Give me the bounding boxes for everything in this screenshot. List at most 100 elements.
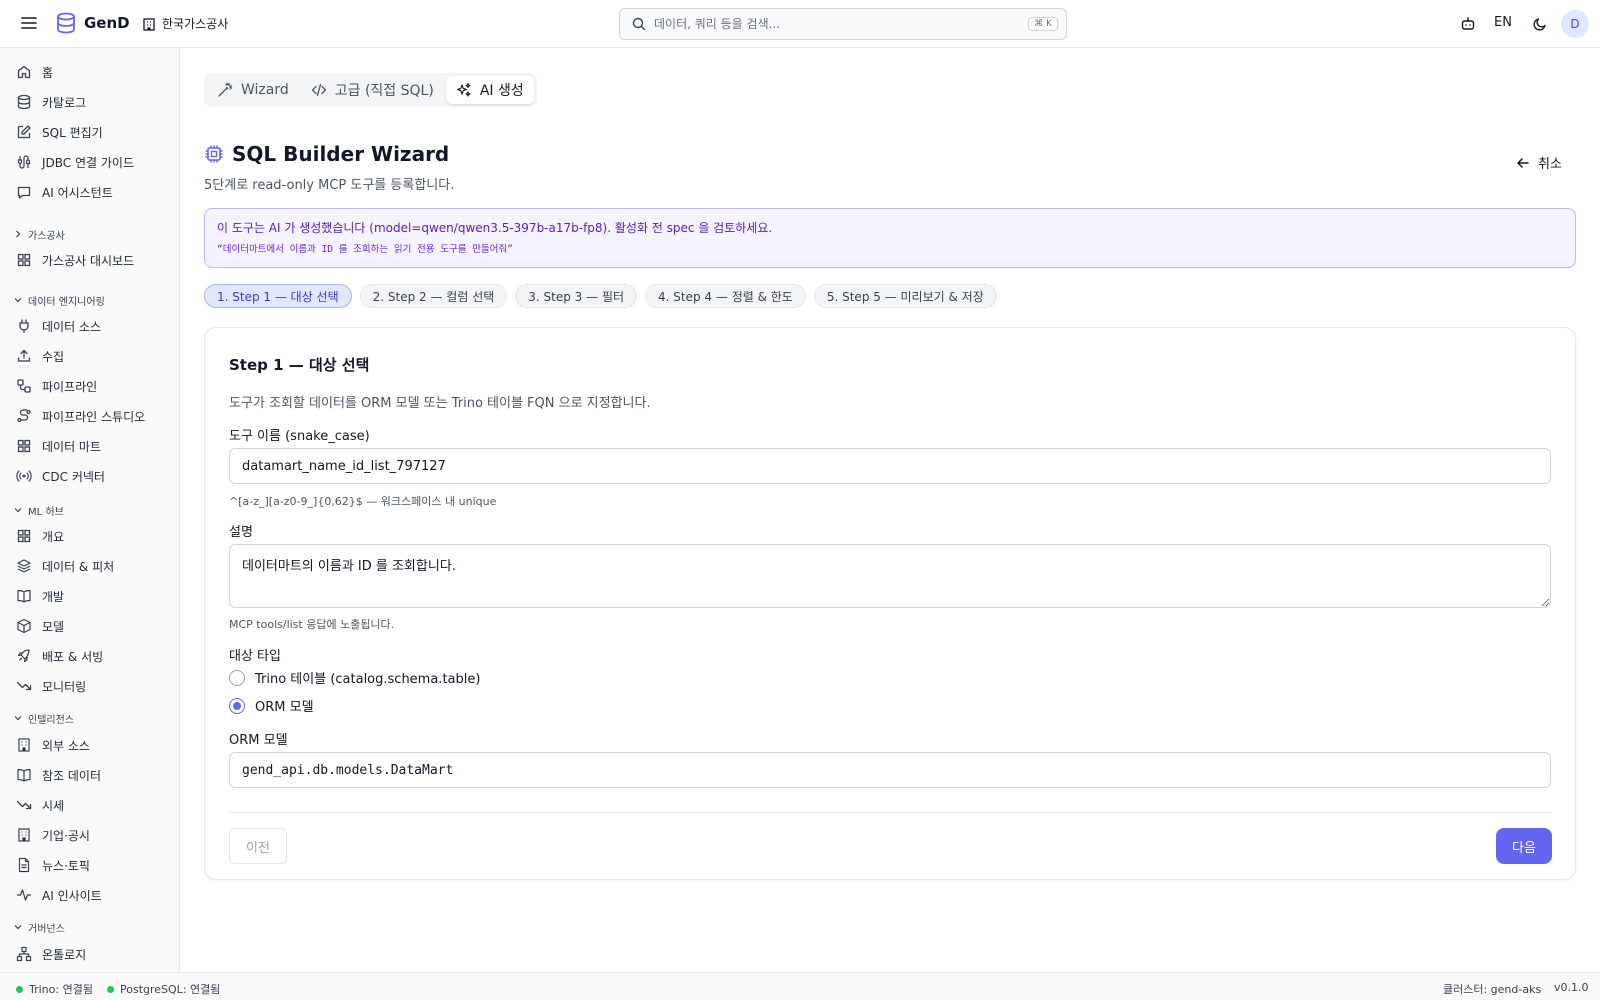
status-dot xyxy=(16,985,23,993)
dark-mode-icon[interactable] xyxy=(1530,14,1550,34)
sidebar-item-ai-insight[interactable]: AI 인사이트 xyxy=(12,882,172,908)
home-icon xyxy=(17,65,31,79)
sidebar-item-label: 개발 xyxy=(42,589,65,604)
step-1-tab[interactable]: 1. Step 1 — 대상 선택 xyxy=(204,284,352,308)
org-switcher[interactable]: 한국가스공사 xyxy=(142,15,228,32)
sidebar-item-external-source[interactable]: 외부 소스 xyxy=(12,732,172,758)
sidebar-item-ml-overview[interactable]: 개요 xyxy=(12,523,172,549)
global-search[interactable]: ⌘ K xyxy=(619,8,1067,40)
upload-icon xyxy=(17,349,31,362)
sidebar-item-sql-editor[interactable]: SQL 편집기 xyxy=(12,119,172,145)
postgres-status-text: PostgreSQL: 연결됨 xyxy=(120,983,221,996)
section-data-engineering[interactable]: 데이터 엔지니어링 xyxy=(14,292,105,308)
tab-ai-generate[interactable]: AI 생성 xyxy=(445,76,534,104)
sidebar-item-label: 시세 xyxy=(42,798,65,813)
sidebar-item-data-source[interactable]: 데이터 소스 xyxy=(12,313,172,339)
edit-icon xyxy=(17,125,31,139)
step-2-tab[interactable]: 2. Step 2 — 컬럼 선택 xyxy=(359,284,508,308)
sidebar-item-label: 데이터 소스 xyxy=(42,319,102,334)
sidebar-item-gas-dashboard[interactable]: 가스공사 대시보드 xyxy=(12,247,172,273)
sidebar-item-label: 온톨로지 xyxy=(42,947,87,962)
version-label: v0.1.0 xyxy=(1554,981,1589,994)
radio-label: Trino 테이블 (catalog.schema.table) xyxy=(255,672,481,687)
radio-indicator[interactable] xyxy=(229,669,245,686)
sidebar-item-company-disclosure[interactable]: 기업·공시 xyxy=(12,822,172,848)
radio-indicator[interactable] xyxy=(229,697,245,714)
sidebar-item-model[interactable]: 모델 xyxy=(12,613,172,639)
sidebar-item-label: 배포 & 서빙 xyxy=(42,649,104,664)
brand-logo[interactable]: GenD xyxy=(56,12,130,34)
sidebar-item-label: 데이터 & 피처 xyxy=(42,559,115,574)
org-name: 한국가스공사 xyxy=(162,17,229,31)
radio-orm-model[interactable]: ORM 모델 xyxy=(229,696,314,715)
section-governance[interactable]: 거버넌스 xyxy=(14,919,65,935)
user-avatar[interactable]: D xyxy=(1561,10,1589,38)
box-icon xyxy=(17,618,31,634)
step-4-tab[interactable]: 4. Step 4 — 정렬 & 한도 xyxy=(645,284,806,308)
search-input[interactable] xyxy=(654,17,1021,31)
language-toggle[interactable]: EN xyxy=(1494,15,1512,30)
tab-label: AI 생성 xyxy=(479,83,524,99)
sidebar-item-ontology[interactable]: 온톨로지 xyxy=(12,941,172,967)
sidebar-item-home[interactable]: 홈 xyxy=(12,59,172,85)
section-gas-corp[interactable]: 가스공사 xyxy=(14,226,65,242)
building-icon xyxy=(18,828,30,842)
radio-label: ORM 모델 xyxy=(255,700,314,715)
step-5-tab[interactable]: 5. Step 5 — 미리보기 & 저장 xyxy=(813,284,997,308)
chevron-down-icon xyxy=(14,298,22,303)
grid-icon xyxy=(17,529,31,543)
sidebar-item-news-topic[interactable]: 뉴스·토픽 xyxy=(12,852,172,878)
sidebar-item-reference-data[interactable]: 참조 데이터 xyxy=(12,762,172,788)
sidebar-item-cdc-connector[interactable]: CDC 커넥터 xyxy=(12,463,172,489)
sidebar-item-label: 수집 xyxy=(42,349,65,364)
sidebar-item-data-features[interactable]: 데이터 & 피처 xyxy=(12,553,172,579)
sidebar-item-jdbc-guide[interactable]: JDBC 연결 가이드 xyxy=(12,149,172,175)
tab-advanced-sql[interactable]: 고급 (직접 SQL) xyxy=(301,76,444,104)
step-3-tab[interactable]: 3. Step 3 — 필터 xyxy=(515,284,638,308)
activity-icon xyxy=(16,889,32,901)
sidebar-item-develop[interactable]: 개발 xyxy=(12,583,172,609)
sidebar-item-market-price[interactable]: 시세 xyxy=(12,792,172,818)
top-header: GenD 한국가스공사 ⌘ K EN D xyxy=(0,0,1600,48)
grid-icon xyxy=(17,253,31,267)
tab-wizard[interactable]: Wizard xyxy=(207,76,299,104)
grid-icon xyxy=(17,439,31,453)
cancel-button[interactable]: 취소 xyxy=(1516,153,1562,172)
step-title: Step 1 — 대상 선택 xyxy=(229,356,370,374)
previous-button[interactable]: 이전 xyxy=(229,828,287,864)
sidebar-item-pipeline[interactable]: 파이프라인 xyxy=(12,373,172,399)
section-intelligence[interactable]: 인텔리전스 xyxy=(14,710,74,726)
next-button[interactable]: 다음 xyxy=(1496,828,1552,864)
sidebar-item-ai-assistant[interactable]: AI 어시스턴트 xyxy=(12,179,172,205)
bot-icon[interactable] xyxy=(1458,14,1478,34)
menu-icon[interactable] xyxy=(20,14,38,32)
sidebar-item-monitoring[interactable]: 모니터링 xyxy=(12,673,172,699)
main-content: Wizard 고급 (직접 SQL) AI 생성 SQL Builder Wiz… xyxy=(181,48,1600,972)
ai-prompt-text: “데이터마트에서 이름과 ID 를 조회하는 읽기 전용 도구를 만들어줘” xyxy=(217,244,513,255)
sidebar-item-label: 파이프라인 스튜디오 xyxy=(42,409,146,424)
sidebar-item-pipeline-studio[interactable]: 파이프라인 스튜디오 xyxy=(12,403,172,429)
sidebar-item-deploy-serving[interactable]: 배포 & 서빙 xyxy=(12,643,172,669)
sidebar-item-label: JDBC 연결 가이드 xyxy=(42,155,135,170)
sidebar-item-label: AI 어시스턴트 xyxy=(42,185,113,200)
sidebar-item-ingest[interactable]: 수집 xyxy=(12,343,172,369)
sidebar-item-data-mart[interactable]: 데이터 마트 xyxy=(12,433,172,459)
route-icon xyxy=(17,409,31,423)
search-shortcut: ⌘ K xyxy=(1028,17,1058,31)
radio-trino-table[interactable]: Trino 테이블 (catalog.schema.table) xyxy=(229,668,480,687)
ai-generated-notice: 이 도구는 AI 가 생성했습니다 (model=qwen/qwen3.5-39… xyxy=(204,208,1576,268)
sidebar-item-catalog[interactable]: 카탈로그 xyxy=(12,89,172,115)
tool-name-input[interactable] xyxy=(229,448,1551,484)
description-textarea[interactable]: 데이터마트의 이름과 ID 를 조회합니다. xyxy=(229,544,1551,608)
tool-name-label: 도구 이름 (snake_case) xyxy=(229,429,370,444)
sidebar-item-label: 가스공사 대시보드 xyxy=(42,253,135,268)
layers-icon xyxy=(17,559,31,573)
mode-tabs: Wizard 고급 (직접 SQL) AI 생성 xyxy=(204,73,537,107)
target-type-label: 대상 타입 xyxy=(229,649,281,664)
building-icon xyxy=(18,738,30,752)
tool-name-help: ^[a-z_][a-z0-9_]{0,62}$ — 워크스페이스 내 uniqu… xyxy=(229,495,497,508)
section-ml-hub[interactable]: ML 허브 xyxy=(14,502,64,518)
chip-icon xyxy=(205,145,223,163)
orm-model-input[interactable] xyxy=(229,752,1551,788)
sidebar-item-label: 모델 xyxy=(42,619,65,634)
